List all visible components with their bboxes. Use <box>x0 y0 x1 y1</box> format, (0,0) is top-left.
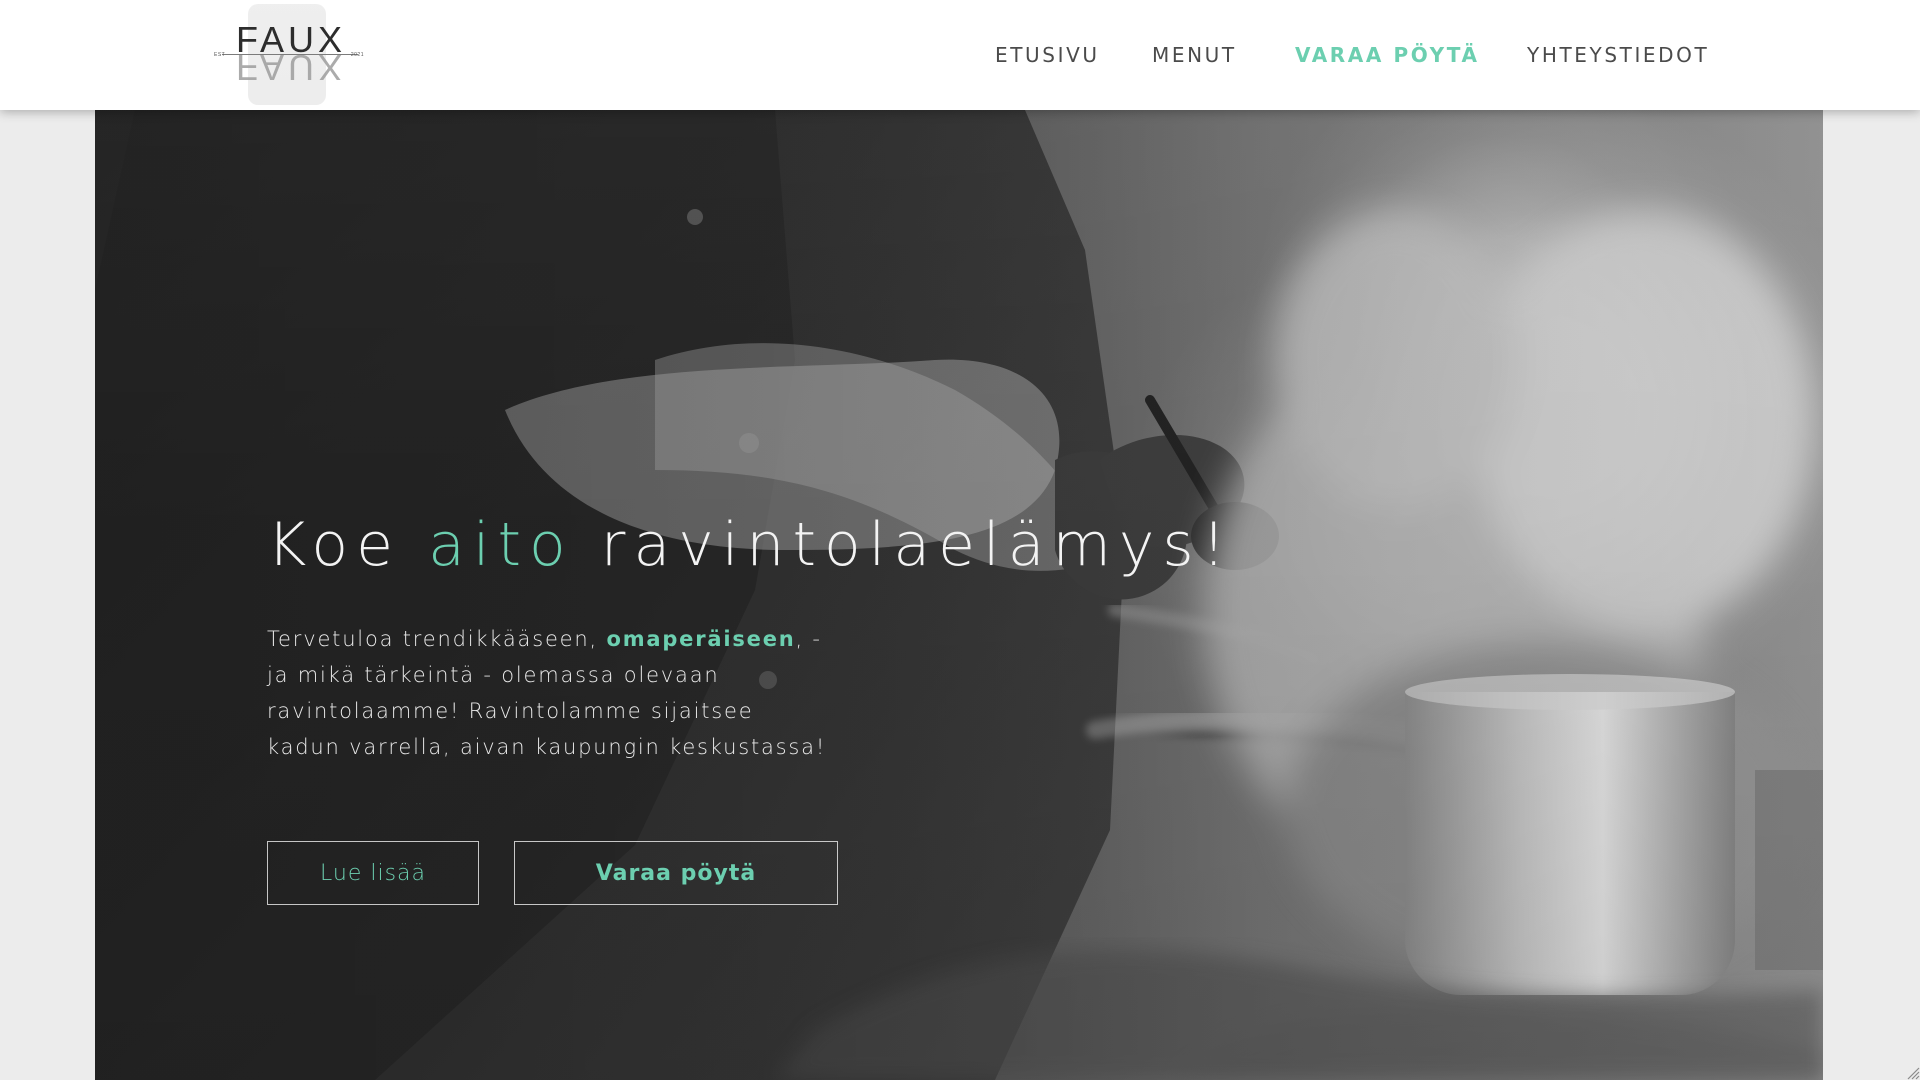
page: FAUX FAUX EST 2021 ETUSIVU MENUT VARAA P… <box>0 0 1920 1080</box>
nav-item-menut[interactable]: MENUT <box>1152 43 1237 67</box>
hero-section: Koe aito ravintolaelämys! Tervetuloa tre… <box>95 110 1823 1080</box>
logo-small-left: EST <box>214 52 226 58</box>
nav-item-etusivu[interactable]: ETUSIVU <box>995 43 1100 67</box>
hero-intro-prefix: Tervetuloa trendikkääseen, <box>267 627 607 651</box>
hero-intro: Tervetuloa trendikkääseen, omaperäiseen,… <box>267 621 827 765</box>
nav-item-yhteystiedot[interactable]: YHTEYSTIEDOT <box>1527 43 1709 67</box>
hero-title: Koe aito ravintolaelämys! <box>267 515 1267 575</box>
logo-text: FAUX <box>235 19 347 60</box>
book-table-button[interactable]: Varaa pöytä <box>514 841 838 905</box>
hero-intro-accent: omaperäiseen <box>606 627 796 651</box>
logo-small-right: 2021 <box>350 52 364 58</box>
hero-title-suffix: ravintolaelämys! <box>573 510 1234 580</box>
read-more-button[interactable]: Lue lisää <box>267 841 479 905</box>
resize-handle-icon[interactable] <box>1902 1062 1920 1080</box>
hero-content: Koe aito ravintolaelämys! Tervetuloa tre… <box>267 515 1267 786</box>
nav-item-varaa-poyta[interactable]: VARAA PÖYTÄ <box>1295 43 1480 67</box>
hero-title-accent: aito <box>428 510 574 580</box>
hero-title-prefix: Koe <box>267 510 429 580</box>
site-header: FAUX FAUX EST 2021 ETUSIVU MENUT VARAA P… <box>0 0 1920 110</box>
logo-rule <box>222 54 358 55</box>
